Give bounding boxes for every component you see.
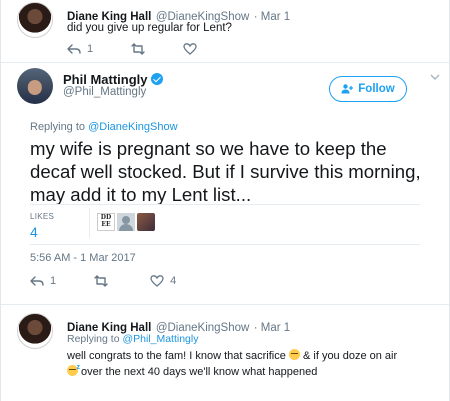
liker-avatars: DD EE	[97, 213, 155, 231]
retweet-icon	[94, 275, 108, 287]
retweet-button[interactable]	[94, 274, 108, 288]
more-menu[interactable]	[429, 70, 441, 88]
chevron-down-icon	[430, 74, 440, 81]
heart-icon	[150, 275, 164, 287]
tweet-text: my wife is pregnant so we have to keep t…	[30, 138, 421, 205]
avatar[interactable]	[117, 213, 135, 231]
replying-prefix: Replying to	[30, 121, 89, 133]
reply-icon	[67, 44, 81, 54]
pensive-face-emoji-icon	[288, 349, 300, 360]
tweet-text-part-3: over the next 40 days we'll know what ha…	[78, 366, 318, 378]
tweet-text: well congrats to the fam! I know that sa…	[67, 348, 407, 380]
avatar[interactable]	[137, 213, 155, 231]
retweet-icon	[131, 43, 145, 55]
author-name[interactable]: Phil Mattingly	[63, 72, 148, 87]
follow-label: Follow	[358, 83, 395, 95]
sleeping-face-emoji-icon	[67, 360, 80, 376]
verified-badge-icon	[150, 73, 163, 85]
reply-count: 1	[50, 275, 57, 287]
replying-to-link[interactable]: @Phil_Mattingly	[122, 333, 198, 345]
reply-count: 1	[87, 43, 94, 55]
replying-to: Replying to @DianeKingShow	[30, 121, 178, 133]
likes-count: 4	[30, 224, 38, 240]
reply-icon	[30, 276, 44, 286]
like-button[interactable]: 4	[150, 274, 176, 288]
tweet-text-part-2: & if you doze on air	[299, 350, 398, 362]
avatar[interactable]	[17, 2, 53, 38]
divider	[30, 244, 420, 245]
tweet-text-part-1: well congrats to the fam! I know that sa…	[67, 350, 289, 362]
replying-to-link[interactable]: @DianeKingShow	[88, 121, 177, 133]
tweet-time[interactable]: · Mar 1	[254, 11, 290, 23]
heart-icon	[183, 43, 197, 55]
reply-button[interactable]: 1	[67, 42, 93, 56]
add-user-icon	[341, 84, 354, 94]
retweet-button[interactable]	[131, 42, 145, 56]
tweet-main: Phil Mattingly @Phil_Mattingly Follow Re…	[1, 62, 449, 302]
author-handle[interactable]: @Phil_Mattingly	[63, 86, 146, 98]
likes-label: LIKES	[30, 212, 55, 221]
tweet-text: did you give up regular for Lent?	[67, 22, 232, 34]
like-button[interactable]	[183, 42, 197, 56]
divider	[30, 204, 420, 205]
tweet-time[interactable]: · Mar 1	[254, 322, 290, 334]
tweet-actions: 1 4	[30, 274, 214, 288]
avatar[interactable]	[17, 68, 53, 104]
tweet-conversation: Diane King Hall @DianeKingShow · Mar 1 d…	[0, 0, 450, 401]
reply-button[interactable]: 1	[30, 274, 56, 288]
replying-prefix: Replying to	[67, 333, 123, 345]
tweet-actions: 1	[67, 42, 235, 56]
replying-to: Replying to @Phil_Mattingly	[67, 333, 198, 345]
avatar[interactable]	[17, 313, 53, 349]
tweet-diane-bottom[interactable]: Diane King Hall @DianeKingShow · Mar 1 R…	[1, 305, 449, 401]
avatar[interactable]: DD EE	[97, 213, 115, 231]
follow-button[interactable]: Follow	[329, 76, 407, 102]
like-count: 4	[170, 275, 177, 287]
divider	[89, 208, 90, 238]
tweet-diane-top[interactable]: Diane King Hall @DianeKingShow · Mar 1 d…	[1, 0, 449, 62]
likes-stat[interactable]: LIKES 4	[30, 212, 54, 240]
tweet-timestamp[interactable]: 5:56 AM - 1 Mar 2017	[30, 252, 136, 264]
